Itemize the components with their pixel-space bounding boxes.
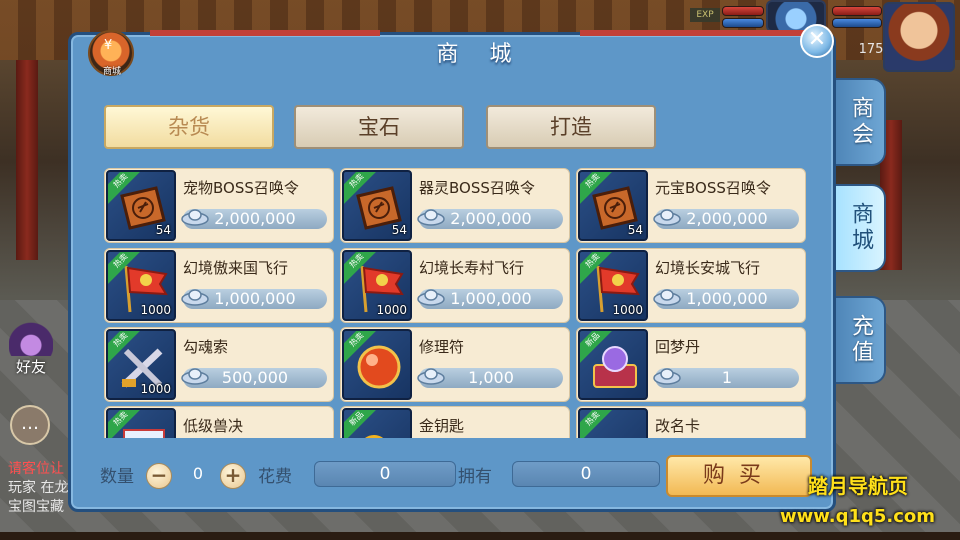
item-name: 低级兽决 <box>183 417 244 435</box>
friends-button[interactable]: 好友 <box>4 320 58 386</box>
owned-field: 0 <box>512 461 660 487</box>
item-stack-qty: 54 <box>627 223 643 237</box>
shop-item-card[interactable]: 热卖 1000 幻境长寿村飞行 1,000,000 <box>340 248 570 323</box>
tab-gems[interactable]: 宝石 <box>294 105 464 149</box>
buy-button[interactable]: 购买 <box>666 455 812 497</box>
item-icon-frame: 热卖 1000 <box>106 329 176 400</box>
bottom-strip <box>0 532 960 540</box>
money-bag-icon: ¥ <box>104 38 113 53</box>
title-ribbon-left <box>150 30 380 36</box>
item-name: 金钥匙 <box>419 417 465 435</box>
silver-ingot-icon <box>417 289 445 306</box>
shop-badge-label: 商城 <box>102 67 121 77</box>
quantity-minus-button[interactable]: − <box>146 463 172 489</box>
shop-item-card[interactable]: 热卖 1000 勾魂索 500,000 <box>104 327 334 402</box>
shop-item-card[interactable]: 热卖 改名卡 <box>576 406 806 438</box>
item-name: 回梦丹 <box>655 338 701 356</box>
friends-icon <box>9 320 53 356</box>
quantity-label: 数量 <box>100 467 134 487</box>
shop-item-card[interactable]: 热卖 54 器灵BOSS召唤令 2,000,000 <box>340 168 570 243</box>
player-hp-bar <box>832 6 882 16</box>
item-name: 幻境长寿村飞行 <box>419 259 525 277</box>
close-button[interactable]: ✕ <box>800 24 834 58</box>
item-icon-frame: 热卖 54 <box>578 170 648 241</box>
item-stack-qty: 1000 <box>140 382 171 396</box>
chat-icon[interactable]: … <box>10 405 50 445</box>
silver-ingot-icon <box>653 368 681 385</box>
shop-item-card[interactable]: 热卖 1000 幻境长安城飞行 1,000,000 <box>576 248 806 323</box>
shop-item-card[interactable]: 新品 金钥匙 <box>340 406 570 438</box>
item-icon-frame: 热卖 54 <box>342 170 412 241</box>
item-icon-frame: 新品 <box>578 329 648 400</box>
shop-item-card[interactable]: 热卖 修理符 1,000 <box>340 327 570 402</box>
item-icon-frame: 热卖 <box>106 408 176 438</box>
item-icon-frame: 热卖 <box>578 408 648 438</box>
player-mp-bar <box>832 18 882 28</box>
item-icon-frame: 热卖 1000 <box>106 250 176 321</box>
shop-item-card[interactable]: 新品 回梦丹 1 <box>576 327 806 402</box>
cost-field: 0 <box>314 461 456 487</box>
item-name: 勾魂索 <box>183 338 229 356</box>
panel-title: 商 城 <box>436 42 524 67</box>
tab-groceries[interactable]: 杂货 <box>104 105 274 149</box>
item-icon-frame: 热卖 1000 <box>578 250 648 321</box>
shop-item-card[interactable]: 热卖 54 元宝BOSS召唤令 2,000,000 <box>576 168 806 243</box>
item-icon-frame: 热卖 54 <box>106 170 176 241</box>
player-portrait[interactable] <box>883 2 955 72</box>
item-name: 幻境傲来国飞行 <box>183 259 289 277</box>
friends-label: 好友 <box>15 358 46 376</box>
item-icon-frame: 热卖 <box>342 329 412 400</box>
silver-ingot-icon <box>181 289 209 306</box>
item-stack-qty: 1000 <box>376 303 407 317</box>
item-name: 修理符 <box>419 338 465 356</box>
silver-ingot-icon <box>181 368 209 385</box>
cost-label: 花费 <box>258 467 292 487</box>
shop-item-card[interactable]: 热卖 低级兽决 <box>104 406 334 438</box>
pet-mp-bar <box>722 18 764 28</box>
silver-ingot-icon <box>417 368 445 385</box>
watermark-url: www.q1q5.com <box>780 506 936 527</box>
silver-ingot-icon <box>181 209 209 226</box>
item-name: 器灵BOSS召唤令 <box>419 179 535 197</box>
pet-hp-bar <box>722 6 764 16</box>
player-level: 175 <box>858 42 884 57</box>
side-tab-recharge[interactable]: 充值 <box>836 296 886 384</box>
side-tab-mall[interactable]: 商城 <box>836 184 886 272</box>
shop-item-card[interactable]: 热卖 54 宠物BOSS召唤令 2,000,000 <box>104 168 334 243</box>
tab-forging[interactable]: 打造 <box>486 105 656 149</box>
owned-label: 拥有 <box>458 467 492 487</box>
quantity-plus-button[interactable]: + <box>220 463 246 489</box>
watermark-title: 踏月导航页 <box>808 474 908 498</box>
item-name: 幻境长安城飞行 <box>655 259 761 277</box>
item-name: 元宝BOSS召唤令 <box>655 179 771 197</box>
title-ribbon-right <box>580 30 810 36</box>
item-icon-frame: 新品 <box>342 408 412 438</box>
item-name: 改名卡 <box>655 417 701 435</box>
item-stack-qty: 1000 <box>612 303 643 317</box>
item-name: 宠物BOSS召唤令 <box>183 179 299 197</box>
item-stack-qty: 54 <box>155 223 171 237</box>
exp-label: EXP <box>690 8 720 22</box>
item-stack-qty: 1000 <box>140 303 171 317</box>
shop-item-card[interactable]: 热卖 1000 幻境傲来国飞行 1,000,000 <box>104 248 334 323</box>
side-tab-chamber[interactable]: 商会 <box>836 78 886 166</box>
item-stack-qty: 54 <box>391 223 407 237</box>
silver-ingot-icon <box>653 209 681 226</box>
red-pillar <box>16 60 38 260</box>
quantity-value[interactable]: 0 <box>178 464 218 483</box>
silver-ingot-icon <box>417 209 445 226</box>
item-icon-frame: 热卖 1000 <box>342 250 412 321</box>
silver-ingot-icon <box>653 289 681 306</box>
item-grid: 热卖 54 宠物BOSS召唤令 2,000,000 热卖 54 器灵BOSS召唤令 2,000… <box>104 168 808 438</box>
